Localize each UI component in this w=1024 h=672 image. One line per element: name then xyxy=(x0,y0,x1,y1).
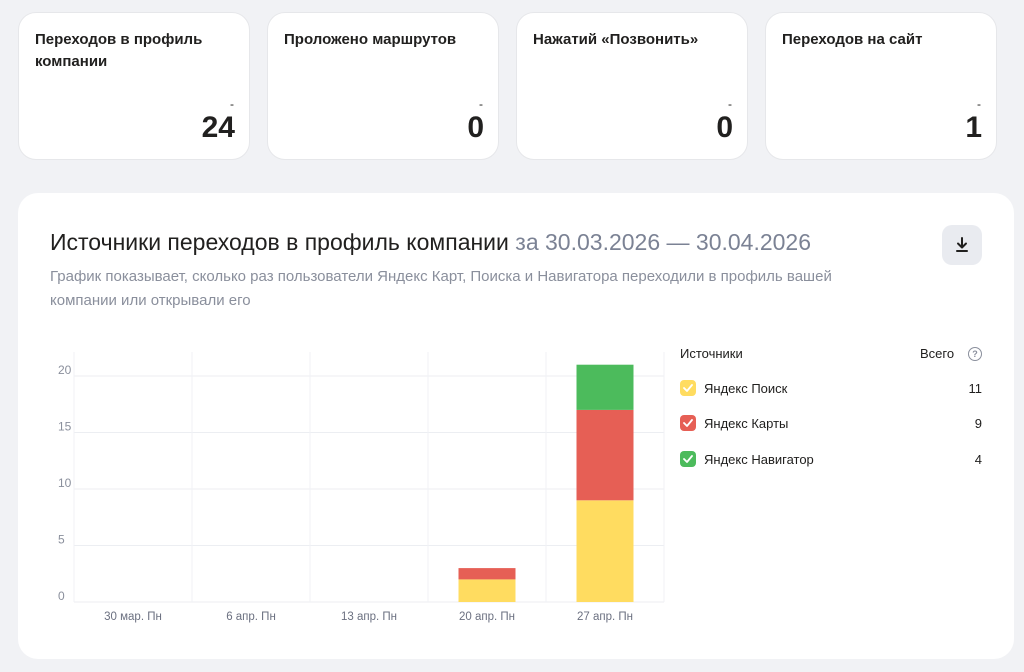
legend-item-search[interactable]: Яндекс Поиск 11 xyxy=(680,377,982,399)
kpi-card-value: 0 xyxy=(716,111,733,144)
kpi-card-routes: Проложено маршрутов - 0 xyxy=(267,12,499,160)
kpi-card-profile-visits: Переходов в профиль компании - 24 xyxy=(18,12,250,160)
y-tick-label: 5 xyxy=(58,533,65,547)
kpi-card-delta: - xyxy=(728,97,732,111)
legend-item-label: Яндекс Карты xyxy=(704,415,789,431)
legend-item-total: 11 xyxy=(968,380,983,396)
kpi-card-title: Переходов в профиль компании xyxy=(35,31,203,70)
legend-item-label: Яндекс Поиск xyxy=(704,380,788,396)
kpi-card-site-visits: Переходов на сайт - 1 xyxy=(765,12,997,160)
bar-segment xyxy=(458,568,516,580)
kpi-card-delta: - xyxy=(977,97,981,111)
checkbox-checked-icon[interactable] xyxy=(680,451,696,467)
bar-segment xyxy=(576,500,634,602)
kpi-card-calls: Нажатий «Позвонить» - 0 xyxy=(516,12,748,160)
legend-item-navigator[interactable]: Яндекс Навигатор 4 xyxy=(680,448,982,470)
bar-segment xyxy=(576,364,634,410)
legend-item-total: 9 xyxy=(974,415,982,431)
legend-header-total: Всего xyxy=(920,346,955,361)
x-tick-label: 30 мар. Пн xyxy=(104,611,162,623)
kpi-card-delta: - xyxy=(479,97,483,111)
y-tick-label: 0 xyxy=(58,589,65,603)
legend-item-total: 4 xyxy=(974,451,982,467)
kpi-card-value: 24 xyxy=(201,111,235,144)
legend-item-label: Яндекс Навигатор xyxy=(704,451,814,467)
kpi-card-title: Проложено маршрутов xyxy=(284,31,457,48)
checkbox-checked-icon[interactable] xyxy=(680,415,696,431)
kpi-card-value: 1 xyxy=(965,111,982,144)
y-tick-label: 20 xyxy=(58,363,72,377)
help-icon[interactable]: ? xyxy=(968,347,982,361)
kpi-card-title: Переходов на сайт xyxy=(782,31,923,48)
y-tick-label: 15 xyxy=(58,420,72,434)
kpi-card-value: 0 xyxy=(467,111,484,144)
checkbox-checked-icon[interactable] xyxy=(680,380,696,396)
kpi-card-delta: - xyxy=(230,97,234,111)
bar-segment xyxy=(458,579,516,602)
legend-header-sources: Источники xyxy=(680,346,743,361)
x-tick-label: 6 апр. Пн xyxy=(226,611,276,623)
sources-panel: Источники переходов в профиль компании з… xyxy=(18,193,1014,659)
legend-item-maps[interactable]: Яндекс Карты 9 xyxy=(680,412,982,434)
x-tick-label: 13 апр. Пн xyxy=(341,611,397,623)
bar-segment xyxy=(576,409,634,501)
x-tick-label: 20 апр. Пн xyxy=(459,611,515,623)
y-tick-label: 10 xyxy=(58,476,72,490)
kpi-card-title: Нажатий «Позвонить» xyxy=(533,31,699,48)
x-tick-label: 27 апр. Пн xyxy=(577,611,633,623)
